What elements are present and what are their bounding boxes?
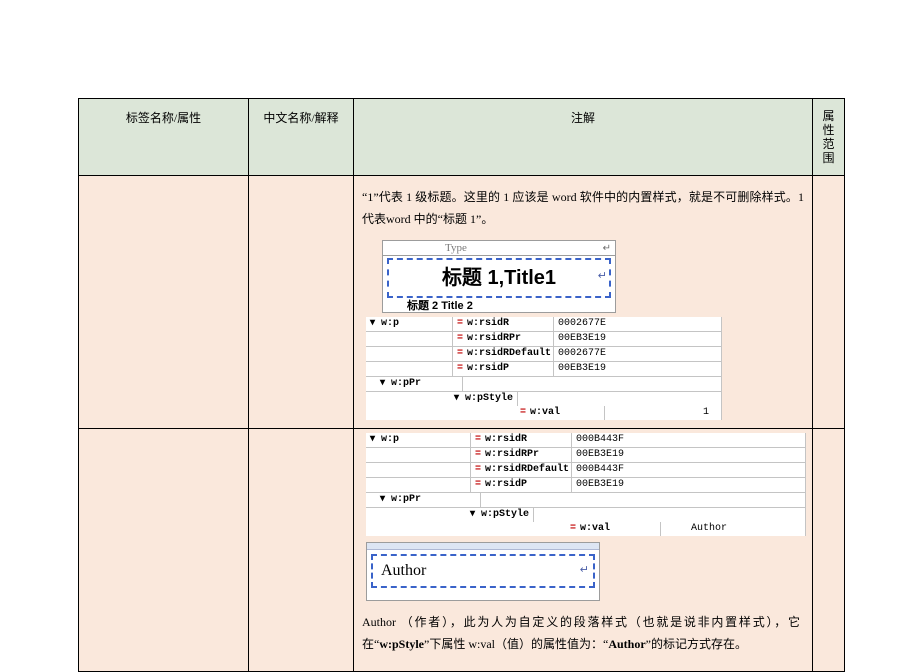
word-preview-main-text: Author [381, 562, 426, 579]
xml-attr-val: 00EB3E19 [572, 478, 806, 492]
xml-node-root: ▾ w:p [366, 317, 453, 331]
header-col4-line1: 属性 [822, 109, 834, 137]
xml-attr-key: =w:val [516, 406, 605, 420]
xml-attr-key: =w:rsidRPr [453, 332, 554, 346]
word-style-preview-1: Type ↵ 标题 1,Title1 ↵ 标题 2 Title 2 [382, 240, 616, 313]
note2-bold2: Author [608, 637, 645, 651]
word-preview-bottom-hint [367, 590, 599, 600]
xml-node-grandchild: ▾ w:pStyle [466, 508, 534, 522]
xml-attr-val: 000B443F [572, 433, 806, 447]
xml-node-root: ▾ w:p [366, 433, 471, 447]
header-col4-line2: 范围 [822, 137, 834, 165]
table-row: “1”代表 1 级标题。这里的 1 应该是 word 软件中的内置样式，就是不可… [79, 176, 845, 429]
xml-inspector-2: ▾ w:p =w:rsidR 000B443F =w:rsidRPr 00EB3… [366, 433, 806, 536]
return-icon: ↵ [580, 559, 589, 581]
note2-illustrations: ▾ w:p =w:rsidR 000B443F =w:rsidRPr 00EB3… [354, 429, 812, 671]
xml-attr-val: 0002677E [554, 347, 722, 361]
table-row: ▾ w:p =w:rsidR 000B443F =w:rsidRPr 00EB3… [79, 429, 845, 672]
word-style-preview-2: Author ↵ [366, 542, 600, 601]
header-col3: 注解 [354, 99, 813, 176]
xml-attr-key: =w:rsidRPr [471, 448, 572, 462]
header-col2: 中文名称/解释 [249, 99, 354, 176]
xml-attr-val: 000B443F [572, 463, 806, 477]
header-col1: 标签名称/属性 [79, 99, 249, 176]
word-preview-top-label: Type [445, 242, 467, 254]
note1-illustrations: Type ↵ 标题 1,Title1 ↵ 标题 2 Title 2 ▾ w:p … [354, 236, 812, 428]
xml-attr-key: =w:rsidP [471, 478, 572, 492]
cell-scope-2 [813, 429, 845, 672]
xml-node-child: ▾ w:pPr [366, 377, 463, 391]
word-preview-main: Author ↵ [371, 554, 595, 588]
xml-attr-key: =w:rsidRDefault [453, 347, 554, 361]
return-icon: ↵ [598, 262, 607, 290]
xml-attr-val: Author [661, 522, 806, 536]
cell-cnname-2 [249, 429, 354, 672]
note1-text: “1”代表 1 级标题。这里的 1 应该是 word 软件中的内置样式，就是不可… [354, 176, 812, 236]
header-col4: 属性 范围 [813, 99, 845, 176]
xml-attr-key: =w:val [566, 522, 661, 536]
xml-attr-key: =w:rsidR [453, 317, 554, 331]
xml-attr-key: =w:rsidR [471, 433, 572, 447]
word-preview-main-text: 标题 1,Title1 [442, 267, 556, 289]
word-preview-bottom-hint: 标题 2 Title 2 [383, 300, 615, 312]
xml-node-child: ▾ w:pPr [366, 493, 481, 507]
xml-attr-key: =w:rsidRDefault [471, 463, 572, 477]
note2-part2: ”下属性 w:val（值）的属性值为：“ [424, 637, 608, 651]
cell-note-2: ▾ w:p =w:rsidR 000B443F =w:rsidRPr 00EB3… [354, 429, 813, 672]
xml-attr-val: 00EB3E19 [572, 448, 806, 462]
return-icon: ↵ [603, 242, 611, 256]
note2-text: Author （作者），此为人为自定义的段落样式（也就是说非内置样式），它在“w… [360, 607, 806, 663]
word-preview-top: Type ↵ [383, 241, 615, 256]
xml-node-grandchild: ▾ w:pStyle [450, 392, 518, 406]
note2-part3: ”的标记方式存在。 [646, 637, 747, 651]
cell-note-1: “1”代表 1 级标题。这里的 1 应该是 word 软件中的内置样式，就是不可… [354, 176, 813, 429]
xml-attr-val: 00EB3E19 [554, 362, 722, 376]
note2-bold1: w:pStyle [379, 637, 424, 651]
xml-attr-val: 1 [605, 406, 722, 420]
spec-table: 标签名称/属性 中文名称/解释 注解 属性 范围 “1”代表 1 级标题。这里的… [78, 98, 845, 672]
word-preview-top [367, 543, 599, 550]
cell-scope-1 [813, 176, 845, 429]
xml-attr-key: =w:rsidP [453, 362, 554, 376]
cell-tagname-2 [79, 429, 249, 672]
cell-cnname-1 [249, 176, 354, 429]
table-header-row: 标签名称/属性 中文名称/解释 注解 属性 范围 [79, 99, 845, 176]
word-preview-main: 标题 1,Title1 ↵ [387, 258, 611, 298]
xml-attr-val: 00EB3E19 [554, 332, 722, 346]
cell-tagname-1 [79, 176, 249, 429]
xml-attr-val: 0002677E [554, 317, 722, 331]
xml-inspector-1: ▾ w:p =w:rsidR 0002677E =w:rsidRPr 00EB3… [366, 317, 722, 420]
